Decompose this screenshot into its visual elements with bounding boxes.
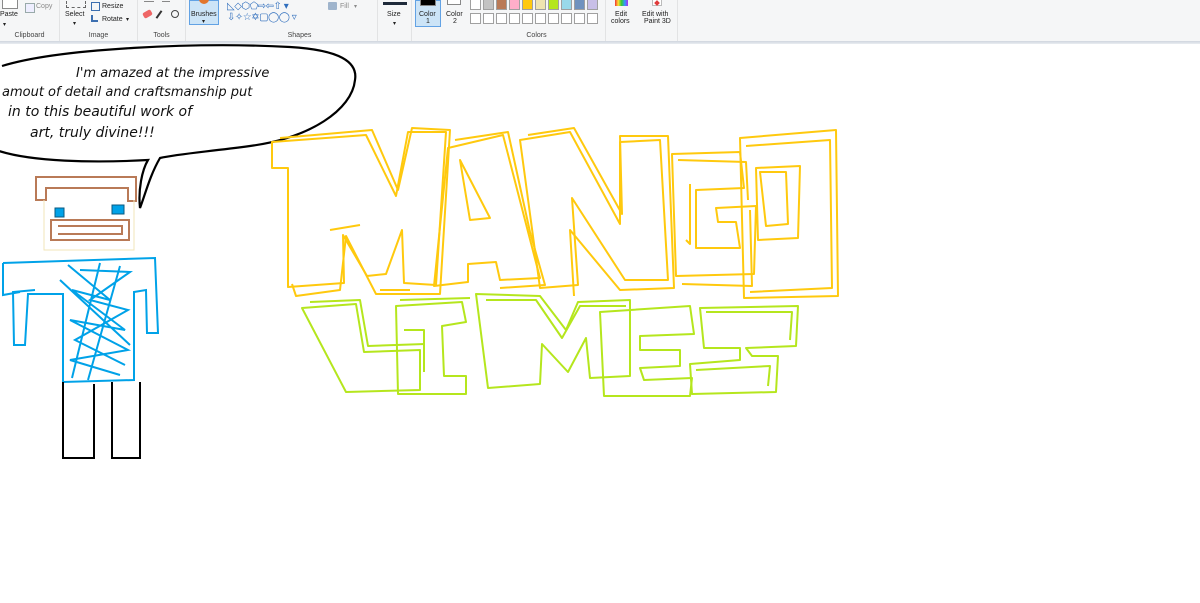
palette-swatch[interactable] — [535, 0, 546, 10]
ribbon: Paste ▾ Copy Clipboard Select ▾ Resize R… — [0, 0, 1200, 42]
mango-title — [271, 127, 839, 299]
edit-colors-button[interactable]: Edit colors — [606, 0, 638, 41]
fill-bucket-icon[interactable] — [162, 0, 170, 2]
character-right-eye — [111, 204, 125, 215]
palette-swatch[interactable] — [561, 13, 572, 24]
size-label: Size — [387, 11, 401, 18]
shapes-gallery-row2[interactable]: ⇩✧☆✡▢◯◯ ▿ — [227, 13, 297, 23]
palette-swatch[interactable] — [522, 0, 533, 10]
palette-swatch[interactable] — [574, 13, 585, 24]
palette-swatch[interactable] — [470, 0, 481, 10]
character-mouth — [50, 219, 130, 241]
character-hair — [35, 176, 137, 202]
character-left-eye — [54, 207, 65, 218]
select-icon[interactable] — [66, 0, 86, 8]
size-dropdown-arrow: ▾ — [393, 21, 397, 27]
palette-swatch[interactable] — [483, 13, 494, 24]
shapes-gallery[interactable]: ◺◇⬡⬠⇨⇦⇧ ▾ — [227, 2, 289, 12]
paste-icon[interactable] — [2, 0, 18, 9]
paste-button[interactable]: Paste — [0, 11, 18, 18]
select-dropdown-arrow[interactable]: ▾ — [73, 20, 76, 27]
character-legs — [62, 382, 141, 459]
size-icon — [383, 2, 407, 5]
rotate-button[interactable]: Rotate — [102, 16, 123, 23]
colors-group-label: Colors — [526, 32, 547, 39]
color2-swatch — [447, 0, 461, 5]
palette-swatch[interactable] — [470, 13, 481, 24]
color1-swatch — [420, 0, 436, 6]
palette-swatch[interactable] — [522, 13, 533, 24]
color2-number: 2 — [453, 18, 457, 25]
limes-title — [301, 293, 799, 397]
tools-group: Tools — [138, 0, 186, 41]
brushes-dropdown-arrow: ▾ — [202, 19, 206, 25]
edit-colors-icon — [615, 0, 628, 6]
speech-line-3: in to this beautiful work of — [8, 104, 194, 120]
color-picker-icon[interactable] — [155, 10, 163, 19]
character-shirt — [2, 256, 160, 384]
fill-button[interactable]: Fill — [340, 3, 349, 10]
palette-swatch[interactable] — [483, 0, 494, 10]
speech-line-4: art, truly divine!!! — [30, 125, 155, 141]
edit-colors-label: Edit — [615, 11, 628, 18]
rotate-dropdown-arrow[interactable]: ▾ — [126, 16, 129, 23]
brushes-group: Brushes ▾ — [186, 0, 222, 41]
color2-button[interactable]: Color 2 — [442, 0, 468, 41]
edit-paint3d-button[interactable]: Edit with Paint 3D — [638, 0, 678, 41]
pencil-icon[interactable] — [144, 0, 154, 2]
palette-swatch[interactable] — [548, 13, 559, 24]
shapes-group-label: Shapes — [287, 32, 312, 39]
color1-label: Color — [419, 11, 436, 18]
edit-paint3d-label: Edit with — [642, 11, 669, 18]
shapes-group: ◺◇⬡⬠⇨⇦⇧ ▾ ⇩✧☆✡▢◯◯ ▿ Fill ▾ Shapes — [222, 0, 378, 41]
paste-dropdown-arrow[interactable]: ▾ — [3, 21, 6, 28]
select-button[interactable]: Select — [65, 11, 84, 18]
size-group[interactable]: Size ▾ — [378, 0, 412, 41]
edit-colors-label-2: colors — [611, 18, 630, 25]
brushes-label: Brushes — [191, 11, 217, 18]
palette-swatch[interactable] — [587, 13, 598, 24]
palette-swatch[interactable] — [496, 13, 507, 24]
palette-swatch[interactable] — [535, 13, 546, 24]
color1-button[interactable]: Color 1 — [414, 0, 442, 41]
palette-swatch[interactable] — [509, 13, 520, 24]
palette-swatch[interactable] — [496, 0, 507, 10]
edit-paint3d-label-2: Paint 3D — [644, 18, 671, 25]
palette-swatch[interactable] — [574, 0, 585, 10]
rotate-icon[interactable] — [91, 15, 98, 22]
copy-button[interactable]: Copy — [36, 3, 52, 10]
resize-icon[interactable] — [91, 2, 100, 11]
colors-group: Colors — [468, 0, 606, 41]
speech-text: I'm amazed at the impressive amout of de… — [2, 66, 269, 141]
copy-icon[interactable] — [25, 3, 35, 13]
brushes-button[interactable]: Brushes ▾ — [189, 0, 219, 25]
tools-group-label: Tools — [153, 32, 170, 39]
drawing-surface[interactable]: I'm amazed at the impressive amout of de… — [0, 44, 1200, 603]
image-group-label: Image — [88, 32, 109, 39]
speech-line-2: amout of detail and craftsmanship put — [2, 85, 253, 100]
fill-dropdown-arrow[interactable]: ▾ — [354, 3, 357, 10]
paint3d-icon — [652, 0, 662, 6]
palette-swatch[interactable] — [509, 0, 520, 10]
clipboard-group: Paste ▾ Copy Clipboard — [0, 0, 60, 41]
palette-swatch[interactable] — [587, 0, 598, 10]
brush-icon — [199, 0, 209, 4]
resize-button[interactable]: Resize — [102, 3, 123, 10]
color2-label: Color — [446, 11, 463, 18]
fill-icon[interactable] — [328, 2, 337, 10]
eraser-icon[interactable] — [142, 9, 153, 19]
image-group: Select ▾ Resize Rotate ▾ Image — [60, 0, 138, 41]
magnifier-icon[interactable] — [171, 10, 179, 18]
clipboard-group-label: Clipboard — [14, 32, 45, 39]
drawing-canvas[interactable]: I'm amazed at the impressive amout of de… — [0, 44, 1200, 603]
speech-line-1: I'm amazed at the impressive — [76, 66, 269, 81]
color1-number: 1 — [426, 18, 430, 25]
palette-swatch[interactable] — [548, 0, 559, 10]
palette-swatch[interactable] — [561, 0, 572, 10]
